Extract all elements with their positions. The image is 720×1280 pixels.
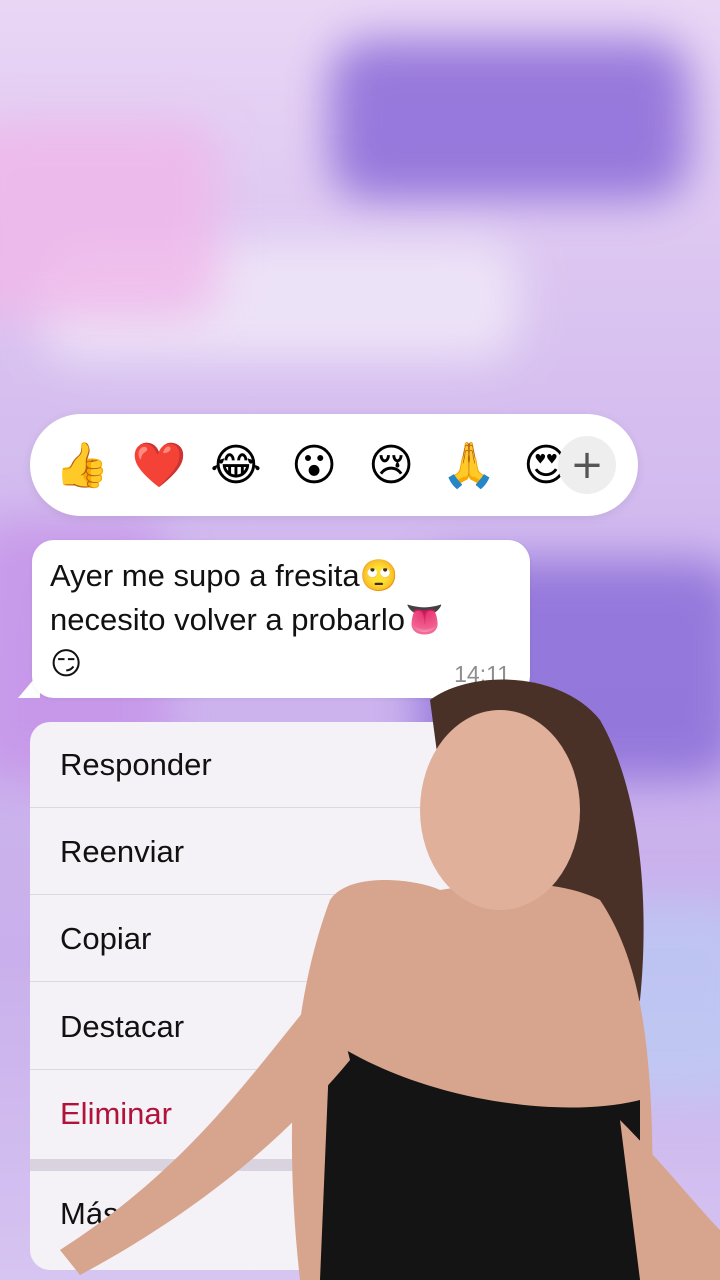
menu-item-label: Reenviar bbox=[60, 834, 185, 869]
blurred-shape bbox=[0, 120, 220, 320]
menu-item-eliminar[interactable]: Eliminar bbox=[30, 1071, 590, 1157]
menu-item-label: Destacar bbox=[60, 1009, 185, 1044]
blurred-shape bbox=[330, 40, 690, 200]
menu-separator bbox=[30, 1159, 590, 1171]
reaction-laughing[interactable]: 😂 bbox=[208, 440, 264, 492]
more-reactions-button[interactable]: + bbox=[558, 436, 616, 494]
menu-item-destacar[interactable]: Destacar bbox=[30, 984, 590, 1070]
reaction-heart[interactable]: ❤️ bbox=[131, 440, 187, 492]
reaction-surprised[interactable]: 😮 bbox=[286, 440, 342, 492]
reaction-thumbs-up[interactable]: 👍 bbox=[54, 440, 110, 492]
menu-item-label: Más... bbox=[60, 1196, 145, 1231]
message-bubble[interactable]: Ayer me supo a fresita🙄 necesito volver … bbox=[32, 540, 530, 698]
reaction-crying[interactable]: 😢 bbox=[363, 440, 419, 492]
message-timestamp: 14:11 bbox=[454, 661, 510, 687]
message-text: Ayer me supo a fresita🙄 necesito volver … bbox=[50, 558, 444, 681]
menu-item-label: Copiar bbox=[60, 921, 152, 956]
menu-item-copiar[interactable]: Copiar bbox=[30, 896, 590, 982]
menu-item-mas[interactable]: Más... bbox=[30, 1171, 590, 1257]
menu-item-label: Responder bbox=[60, 747, 212, 782]
context-menu: Responder Reenviar Copiar Destacar Elimi… bbox=[30, 722, 590, 1270]
menu-item-responder[interactable]: Responder bbox=[30, 722, 590, 808]
menu-item-reenviar[interactable]: Reenviar bbox=[30, 809, 590, 895]
menu-item-label: Eliminar bbox=[60, 1096, 172, 1131]
reaction-bar: 👍 ❤️ 😂 😮 😢 🙏 😍 + bbox=[30, 414, 638, 516]
plus-icon: + bbox=[570, 442, 604, 488]
reaction-pray[interactable]: 🙏 bbox=[441, 440, 497, 492]
